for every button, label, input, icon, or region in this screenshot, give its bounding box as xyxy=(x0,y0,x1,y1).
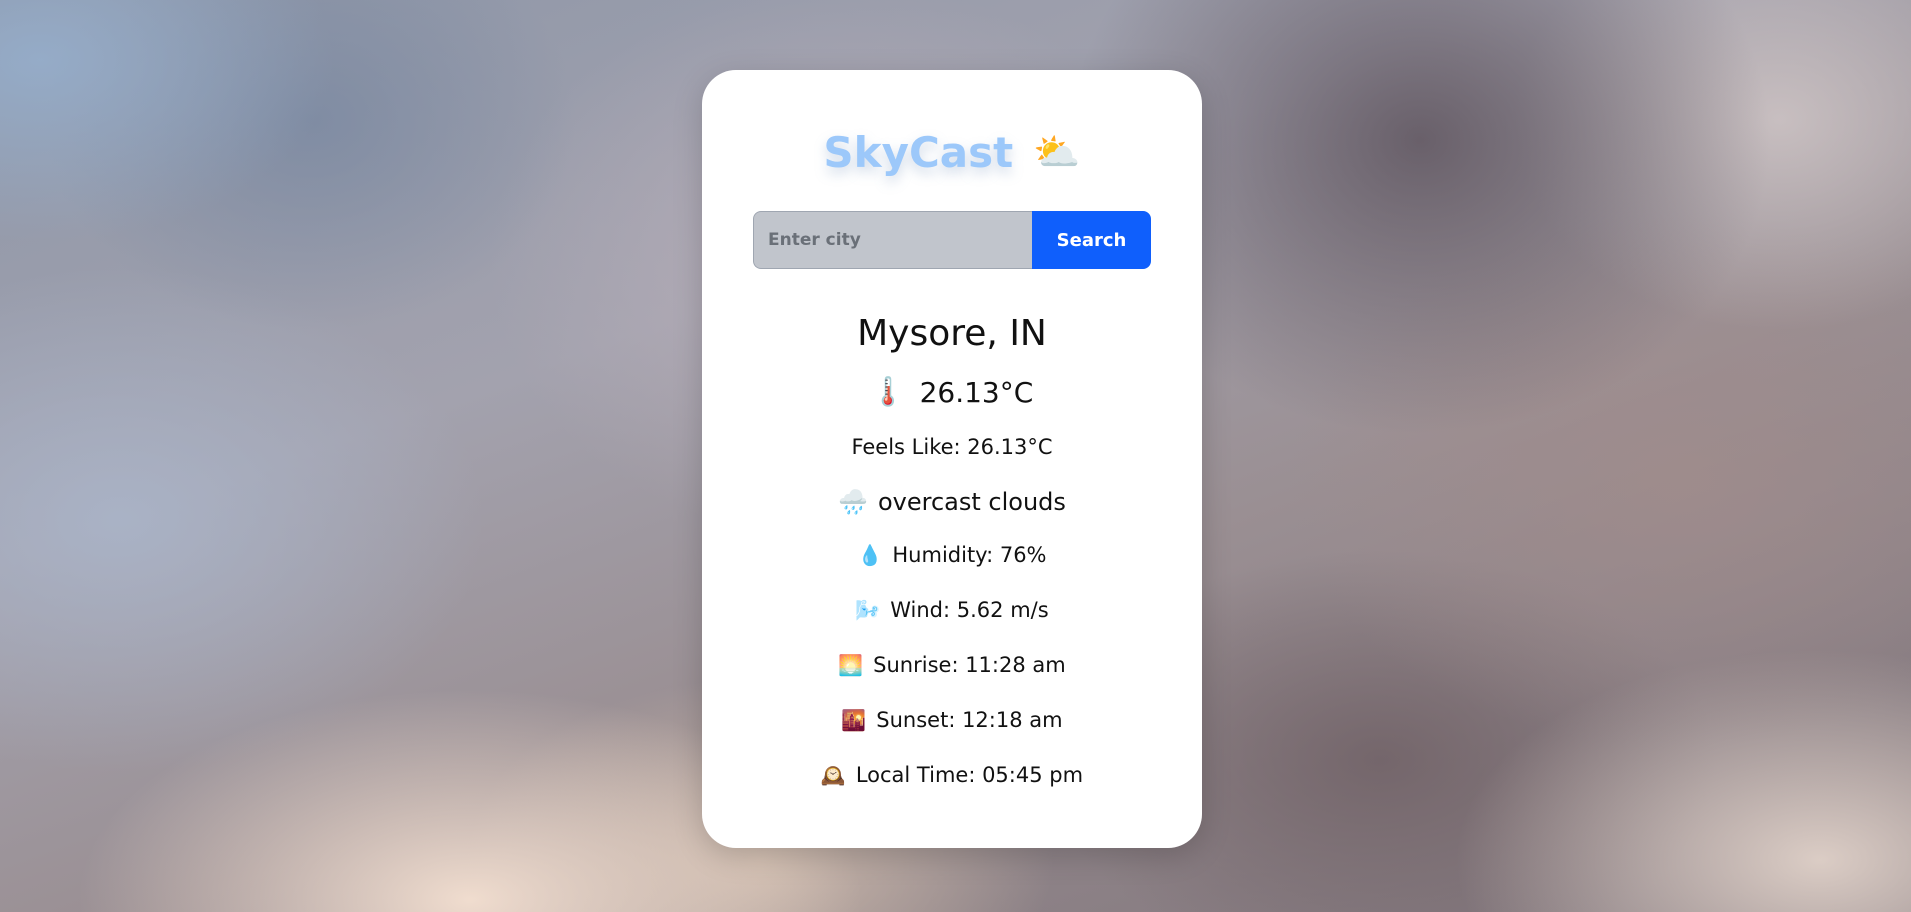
feels-like-text: Feels Like: 26.13°C xyxy=(851,435,1053,459)
search-bar: Search xyxy=(753,211,1151,269)
local-time-row: 🕰️ Local Time: 05:45 pm xyxy=(702,760,1202,790)
sun-behind-cloud-icon: ⛅ xyxy=(1033,130,1081,174)
temperature-value: 26.13°C xyxy=(919,375,1034,409)
app-header: SkyCast ⛅ xyxy=(702,122,1202,182)
location-heading: Mysore, IN xyxy=(857,312,1047,354)
search-button[interactable]: Search xyxy=(1032,211,1151,269)
sunset-value: Sunset: 12:18 am xyxy=(876,708,1063,732)
rain-cloud-icon: 🌧️ xyxy=(838,488,868,516)
city-search-input[interactable] xyxy=(753,211,1032,269)
sunrise-value: Sunrise: 11:28 am xyxy=(873,653,1066,677)
wind-face-icon: 🌬️ xyxy=(855,598,881,622)
sunset-row: 🌇 Sunset: 12:18 am xyxy=(702,705,1202,735)
mantelpiece-clock-icon: 🕰️ xyxy=(820,763,846,787)
humidity-value: Humidity: 76% xyxy=(892,543,1047,567)
thermometer-icon: 🌡️ xyxy=(870,375,906,408)
sunset-icon: 🌇 xyxy=(841,708,867,732)
wind-value: Wind: 5.62 m/s xyxy=(890,598,1049,622)
droplet-icon: 💧 xyxy=(857,543,883,567)
weather-description: overcast clouds xyxy=(877,488,1066,516)
sunrise-icon: 🌅 xyxy=(838,653,864,677)
description-row: 🌧️ overcast clouds xyxy=(702,485,1202,519)
app-title: SkyCast xyxy=(823,127,1014,177)
local-time-value: Local Time: 05:45 pm xyxy=(855,763,1084,787)
sunrise-row: 🌅 Sunrise: 11:28 am xyxy=(702,650,1202,680)
humidity-row: 💧 Humidity: 76% xyxy=(702,540,1202,570)
weather-card: SkyCast ⛅ Search Mysore, IN 🌡️ 26.13°C F… xyxy=(702,70,1202,848)
wind-row: 🌬️ Wind: 5.62 m/s xyxy=(702,595,1202,625)
temperature-row: 🌡️ 26.13°C xyxy=(702,372,1202,412)
